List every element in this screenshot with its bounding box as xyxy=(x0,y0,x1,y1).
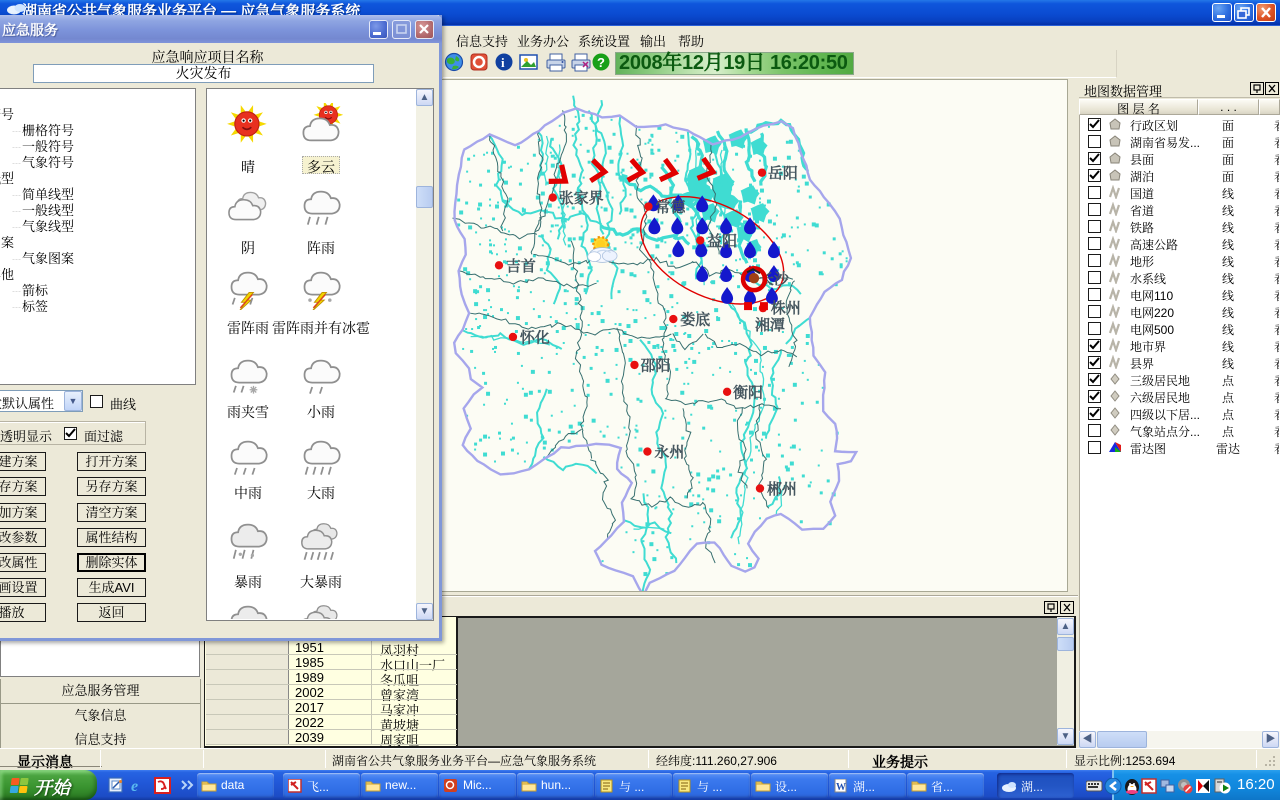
svg-text:邵阳: 邵阳 xyxy=(640,354,670,375)
svg-text:e: e xyxy=(131,778,138,795)
svg-text:郴州: 郴州 xyxy=(767,478,797,499)
svg-text:娄底: 娄底 xyxy=(680,309,710,330)
svg-text:怀化: 怀化 xyxy=(519,326,550,347)
svg-text:衡阳: 衡阳 xyxy=(733,381,763,402)
svg-text:W: W xyxy=(836,782,846,793)
svg-text:益阳: 益阳 xyxy=(707,230,737,251)
svg-text:常德: 常德 xyxy=(655,196,686,217)
svg-text:吉首: 吉首 xyxy=(506,255,536,276)
svg-text:湘潭: 湘潭 xyxy=(755,314,785,335)
svg-text:张家界: 张家界 xyxy=(559,187,604,208)
svg-text:永州: 永州 xyxy=(654,441,684,462)
svg-text:岳阳: 岳阳 xyxy=(768,162,798,183)
svg-text:?: ? xyxy=(597,55,605,70)
svg-text:i: i xyxy=(501,55,505,70)
